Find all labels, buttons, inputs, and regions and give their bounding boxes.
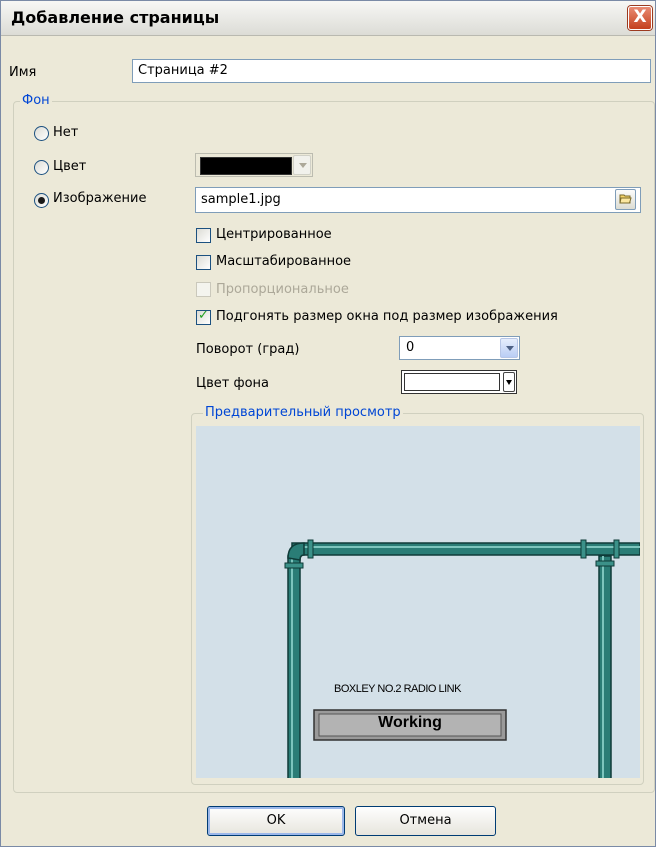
radio-color[interactable]	[34, 160, 49, 175]
radio-image-label: Изображение	[53, 191, 147, 206]
browse-button[interactable]	[615, 189, 636, 210]
chevron-down-icon[interactable]	[293, 155, 311, 175]
dialog-title: Добавление страницы	[11, 8, 220, 27]
rotation-value: 0	[406, 340, 415, 355]
image-file-field[interactable]: sample1.jpg	[195, 187, 641, 213]
preview-caption: BOXLEY NO.2 RADIO LINK	[334, 683, 461, 695]
fit-window-label: Подгонять размер окна под размер изображ…	[216, 309, 558, 324]
radio-none-label: Нет	[53, 125, 79, 140]
name-label: Имя	[9, 65, 37, 80]
cancel-button[interactable]: Отмена	[355, 806, 496, 836]
radio-color-label: Цвет	[53, 159, 87, 174]
proportional-checkbox[interactable]	[196, 282, 211, 297]
scaled-label: Масштабированное	[216, 254, 352, 269]
bg-color-swatch	[404, 373, 500, 391]
radio-image[interactable]	[34, 193, 49, 208]
open-folder-icon	[619, 192, 632, 204]
preview-status: Working	[378, 714, 442, 731]
background-group-label: Фон	[20, 93, 52, 108]
bg-color-picker[interactable]	[401, 370, 517, 394]
ok-button[interactable]: OK	[207, 806, 345, 836]
rotation-select[interactable]: 0	[399, 336, 520, 360]
chevron-down-icon[interactable]	[500, 338, 518, 358]
title-bar[interactable]: Добавление страницы X	[1, 1, 655, 36]
bg-color-label: Цвет фона	[196, 376, 269, 391]
radio-none[interactable]	[34, 126, 49, 141]
add-page-dialog: Добавление страницы X Имя Страница #2 Фо…	[0, 0, 656, 847]
chevron-down-icon[interactable]	[503, 372, 515, 392]
centered-checkbox[interactable]	[196, 228, 211, 243]
preview-image: BOXLEY NO.2 RADIO LINK Working	[196, 426, 640, 778]
fit-window-checkbox[interactable]: ✓	[196, 308, 211, 325]
checkmark-icon: ✓	[198, 308, 209, 323]
centered-label: Центрированное	[216, 227, 332, 242]
radio-selected-dot	[38, 197, 45, 204]
color-swatch	[200, 157, 292, 175]
preview-group-label: Предварительный просмотр	[203, 405, 403, 420]
name-field[interactable]: Страница #2	[132, 59, 651, 83]
color-picker[interactable]	[195, 153, 313, 177]
close-button[interactable]: X	[628, 6, 652, 30]
rotation-label: Поворот (град)	[196, 342, 300, 357]
scaled-checkbox[interactable]	[196, 255, 211, 270]
proportional-label: Пропорциональное	[216, 282, 349, 297]
